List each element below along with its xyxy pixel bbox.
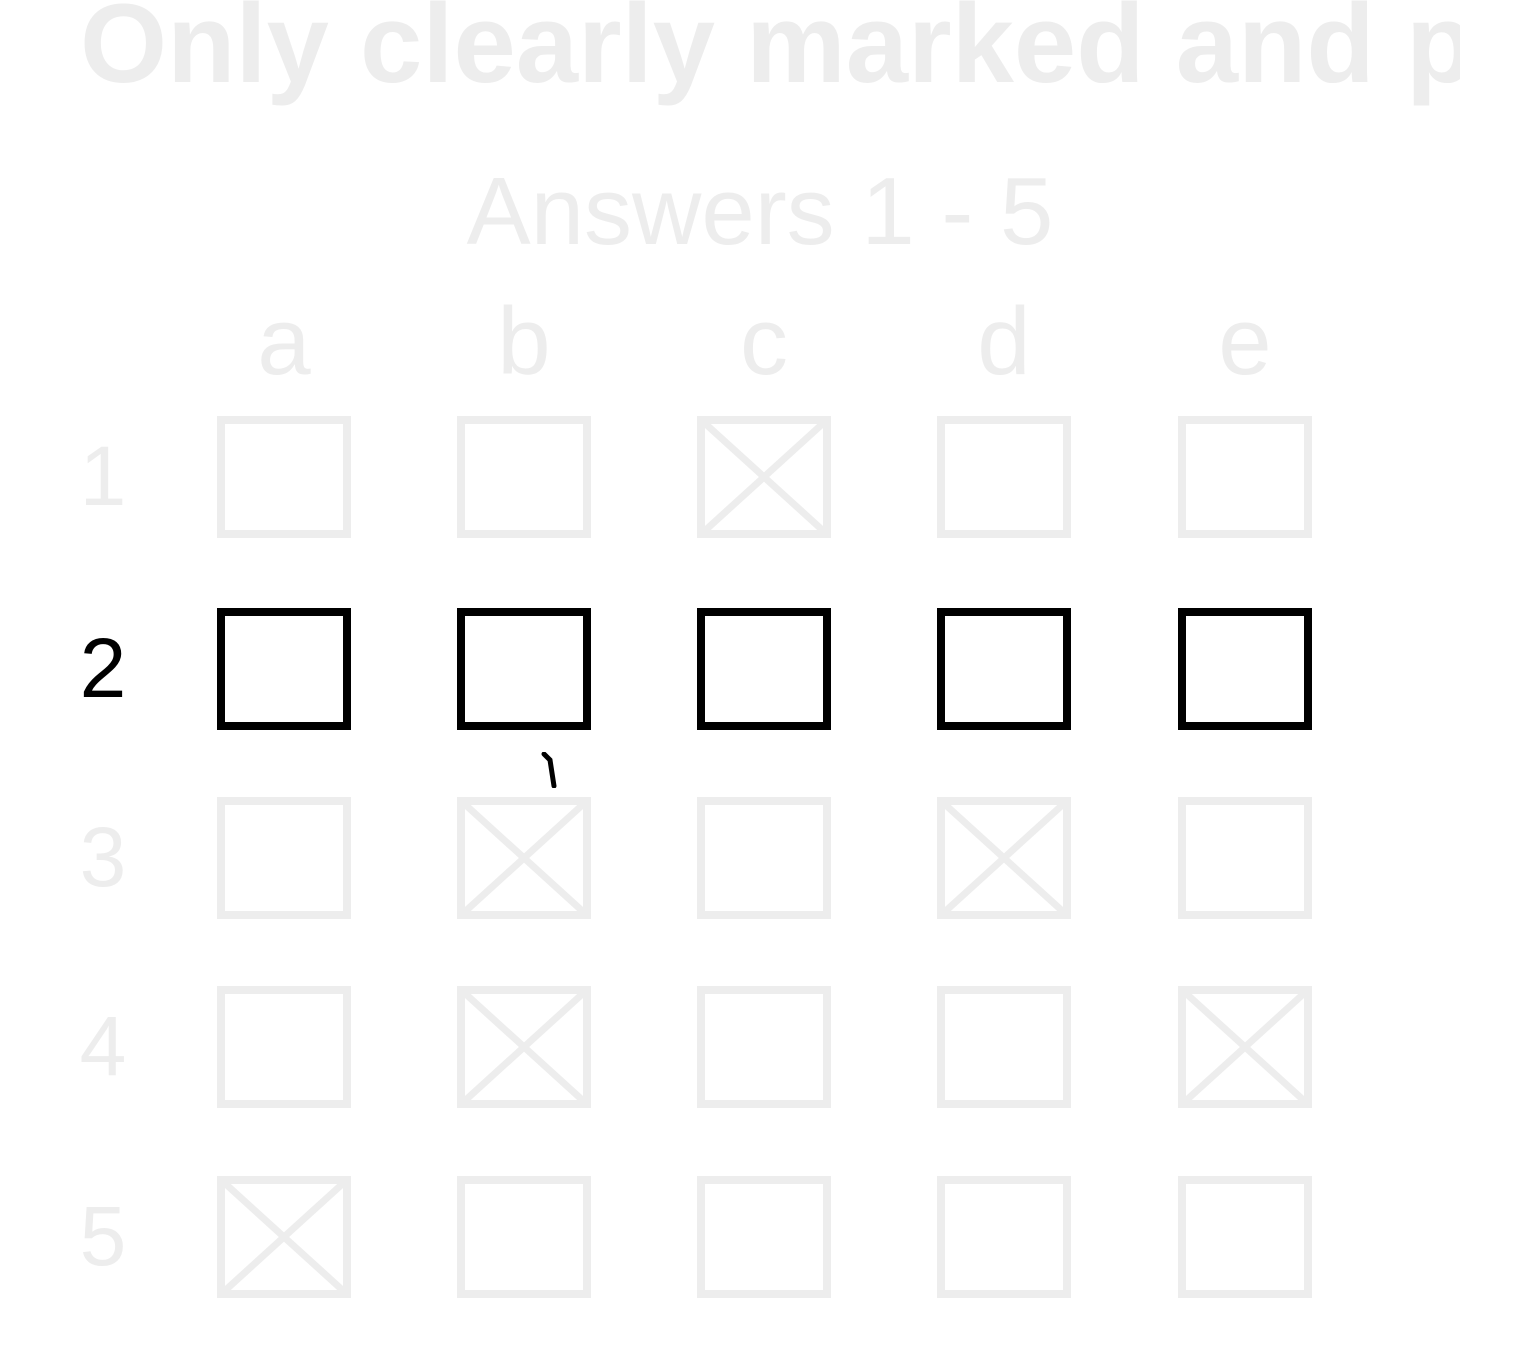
checkbox-3-c[interactable]: [697, 797, 831, 919]
row-number-3: 3: [79, 810, 127, 904]
checkbox-1-e[interactable]: [1178, 416, 1312, 538]
checkbox-5-e[interactable]: [1178, 1176, 1312, 1298]
column-header-b: b: [497, 288, 551, 395]
checkbox-1-c[interactable]: [697, 416, 831, 538]
checkbox-4-c[interactable]: [697, 986, 831, 1108]
column-header-d: d: [977, 288, 1031, 395]
checkbox-2-d[interactable]: [937, 608, 1071, 730]
checkbox-2-c[interactable]: [697, 608, 831, 730]
checkbox-4-a[interactable]: [217, 986, 351, 1108]
cross-mark-icon: [224, 1182, 344, 1292]
answers-title: Answers 1 - 5: [466, 158, 1054, 265]
cross-mark-icon: [464, 803, 584, 913]
checkbox-4-e[interactable]: [1178, 986, 1312, 1108]
checkbox-5-a[interactable]: [217, 1176, 351, 1298]
column-header-c: c: [740, 288, 788, 395]
checkbox-2-e[interactable]: [1178, 608, 1312, 730]
checkbox-3-d[interactable]: [937, 797, 1071, 919]
instruction-text: Only clearly marked and po: [80, 0, 1460, 106]
checkbox-4-b[interactable]: [457, 986, 591, 1108]
checkbox-4-d[interactable]: [937, 986, 1071, 1108]
cross-mark-icon: [944, 803, 1064, 913]
checkbox-2-a[interactable]: [217, 608, 351, 730]
checkbox-3-a[interactable]: [217, 797, 351, 919]
stray-pen-mark: [541, 752, 557, 788]
cross-mark-icon: [1185, 992, 1305, 1102]
checkbox-1-b[interactable]: [457, 416, 591, 538]
checkbox-1-a[interactable]: [217, 416, 351, 538]
checkbox-1-d[interactable]: [937, 416, 1071, 538]
cross-mark-icon: [464, 992, 584, 1102]
checkbox-5-b[interactable]: [457, 1176, 591, 1298]
row-number-2: 2: [79, 621, 127, 715]
column-header-e: e: [1218, 288, 1272, 395]
checkbox-3-e[interactable]: [1178, 797, 1312, 919]
column-header-a: a: [257, 288, 311, 395]
checkbox-2-b[interactable]: [457, 608, 591, 730]
checkbox-5-d[interactable]: [937, 1176, 1071, 1298]
row-number-5: 5: [79, 1189, 127, 1283]
row-number-1: 1: [79, 429, 127, 523]
checkbox-5-c[interactable]: [697, 1176, 831, 1298]
row-number-4: 4: [79, 999, 127, 1093]
cross-mark-icon: [704, 422, 824, 532]
checkbox-3-b[interactable]: [457, 797, 591, 919]
